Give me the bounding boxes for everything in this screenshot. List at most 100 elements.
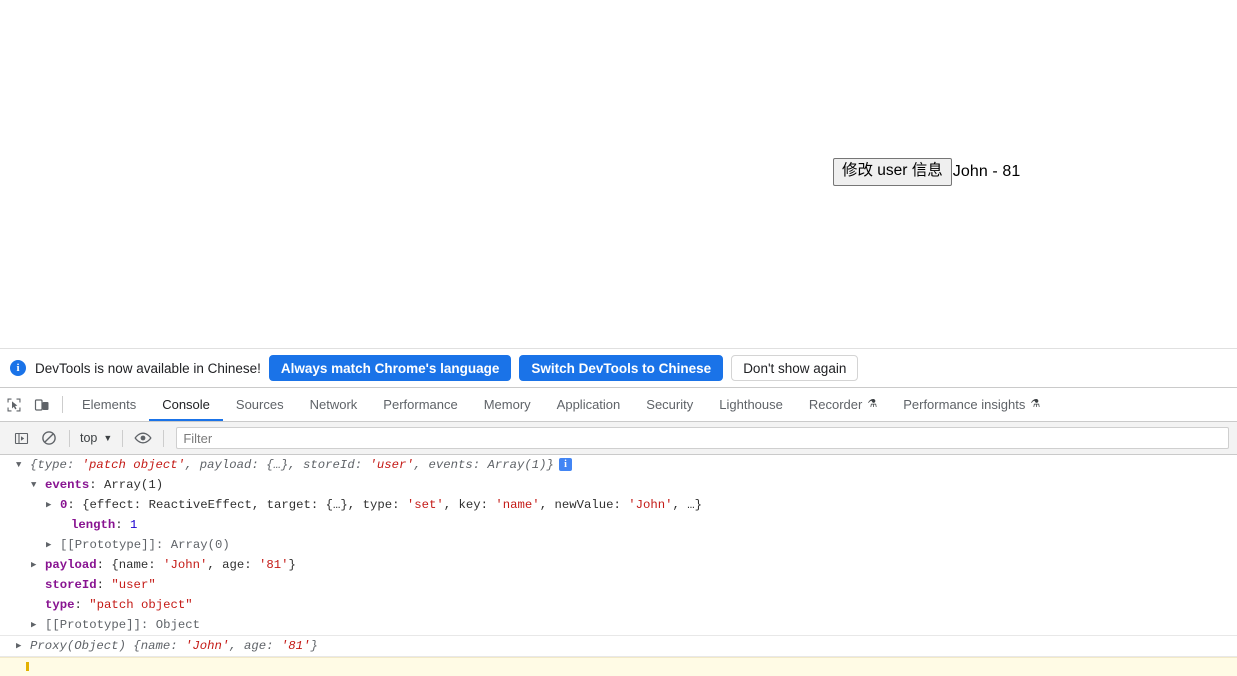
console-toolbar-divider [122, 429, 124, 447]
always-match-language-button[interactable]: Always match Chrome's language [268, 355, 512, 381]
console-line: Proxy(Object) {name: 'John', age: '81'} [0, 636, 1237, 656]
tab-label: Application [556, 397, 621, 412]
console-token: : Array(1) [89, 478, 164, 492]
experimental-beaker-icon: ⚗ [867, 398, 878, 410]
device-toolbar-icon[interactable] [28, 391, 56, 419]
console-toolbar-divider [69, 429, 70, 447]
tab-lighthouse[interactable]: Lighthouse [706, 388, 796, 421]
console-token: : {name: [96, 558, 164, 572]
console-token: '81' [280, 639, 311, 653]
clear-console-icon[interactable] [35, 424, 63, 452]
patch-user-button[interactable]: 修改 user 信息 [833, 158, 952, 186]
user-info-text: John - 81 [952, 162, 1021, 180]
devtools-language-notification: i DevTools is now available in Chinese! … [0, 348, 1237, 388]
tab-performance-insights[interactable]: Performance insights ⚗ [890, 388, 1053, 421]
console-token: : [115, 518, 131, 532]
console-token: } [288, 558, 296, 572]
console-message-proxy-log[interactable]: Proxy(Object) {name: 'John', age: '81'} [0, 636, 1237, 657]
tab-label: Memory [483, 397, 531, 412]
console-token: type [45, 598, 75, 612]
dont-show-again-button[interactable]: Don't show again [731, 355, 859, 381]
console-token: storeId [45, 578, 97, 592]
tab-elements[interactable]: Elements [69, 388, 149, 421]
tab-memory[interactable]: Memory [471, 388, 544, 421]
tab-label: Security [646, 397, 694, 412]
expand-triangle-right-icon[interactable] [16, 636, 21, 656]
expand-triangle-right-icon[interactable] [31, 555, 36, 575]
tab-security[interactable]: Security [633, 388, 706, 421]
tab-label: Performance insights [903, 397, 1026, 412]
context-label: top [80, 431, 98, 445]
console-token: : {effect: ReactiveEffect, target: {…}, … [67, 498, 407, 512]
console-token: , newValue: [539, 498, 629, 512]
expand-triangle-right-icon[interactable] [46, 495, 51, 515]
tab-console[interactable]: Console [149, 388, 223, 421]
console-token: , events: Array(1)} [413, 458, 554, 472]
console-message-object-log[interactable]: {type: 'patch object', payload: {…}, sto… [0, 455, 1237, 636]
console-token: 'user' [369, 458, 414, 472]
tab-label: Lighthouse [719, 397, 783, 412]
execution-context-selector[interactable]: top ▼ [76, 431, 116, 445]
devtools-tab-bar: Elements Console Sources Network Perform… [0, 388, 1237, 422]
tab-label: Recorder [808, 397, 863, 412]
toolbar-divider [62, 396, 63, 413]
expand-triangle-right-icon[interactable] [46, 535, 51, 555]
tab-label: Elements [82, 397, 137, 412]
warning-icon [26, 662, 29, 671]
console-token: 'name' [495, 498, 540, 512]
inspect-element-icon[interactable] [0, 391, 28, 419]
console-line: payload: {name: 'John', age: '81'} [0, 555, 1237, 575]
console-token: , payload: {…}, storeId: [184, 458, 370, 472]
switch-devtools-language-button[interactable]: Switch DevTools to Chinese [519, 355, 724, 381]
console-token: , age: [207, 558, 260, 572]
page-content-row: 修改 user 信息 John - 81 [833, 158, 1020, 186]
live-expression-eye-icon[interactable] [129, 424, 157, 452]
console-token: 'John' [184, 639, 230, 653]
console-token: '81' [259, 558, 289, 572]
expand-triangle-down-icon[interactable] [16, 455, 21, 475]
console-info-badge-icon[interactable]: i [558, 458, 572, 471]
notification-message: DevTools is now available in Chinese! [35, 360, 261, 376]
console-token: events [45, 478, 90, 492]
console-line: events: Array(1) [0, 475, 1237, 495]
console-token: [[Prototype]]: Object [45, 618, 200, 632]
expand-triangle-right-icon[interactable] [31, 615, 36, 635]
tab-label: Network [309, 397, 358, 412]
console-line: 0: {effect: ReactiveEffect, target: {…},… [0, 495, 1237, 515]
console-line: {type: 'patch object', payload: {…}, sto… [0, 455, 1237, 475]
console-token: 'patch object' [81, 458, 185, 472]
expand-triangle-down-icon[interactable] [31, 475, 36, 495]
console-sidebar-icon[interactable] [7, 424, 35, 452]
console-token: "patch object" [89, 598, 193, 612]
tab-label: Performance [383, 397, 458, 412]
console-token: 'John' [628, 498, 673, 512]
tab-performance[interactable]: Performance [370, 388, 470, 421]
tab-sources[interactable]: Sources [223, 388, 297, 421]
console-token: {type: [30, 458, 82, 472]
console-token: payload [45, 558, 97, 572]
console-token: [[Prototype]]: Array(0) [60, 538, 230, 552]
console-token: : [74, 598, 90, 612]
tab-application[interactable]: Application [544, 388, 634, 421]
tab-recorder[interactable]: Recorder ⚗ [796, 388, 890, 421]
console-line: type: "patch object" [0, 595, 1237, 615]
console-message-warning[interactable] [0, 657, 1237, 676]
info-icon: i [10, 360, 26, 376]
console-token: "user" [111, 578, 156, 592]
console-filter-input[interactable] [176, 427, 1229, 449]
console-token: Proxy(Object) {name: [30, 639, 185, 653]
console-token: : [96, 578, 112, 592]
console-token: 'set' [406, 498, 444, 512]
tab-network[interactable]: Network [297, 388, 371, 421]
tab-label: Console [162, 397, 210, 412]
console-line: length: 1 [0, 515, 1237, 535]
chevron-down-icon: ▼ [103, 433, 113, 443]
experimental-beaker-icon: ⚗ [1030, 398, 1041, 410]
console-toolbar: top ▼ [0, 422, 1237, 455]
tab-label: Sources [235, 397, 284, 412]
browser-page-viewport: 修改 user 信息 John - 81 [0, 0, 1237, 348]
console-line: [[Prototype]]: Object [0, 615, 1237, 635]
console-line: storeId: "user" [0, 575, 1237, 595]
console-token: , key: [443, 498, 496, 512]
console-message-list[interactable]: {type: 'patch object', payload: {…}, sto… [0, 455, 1237, 676]
